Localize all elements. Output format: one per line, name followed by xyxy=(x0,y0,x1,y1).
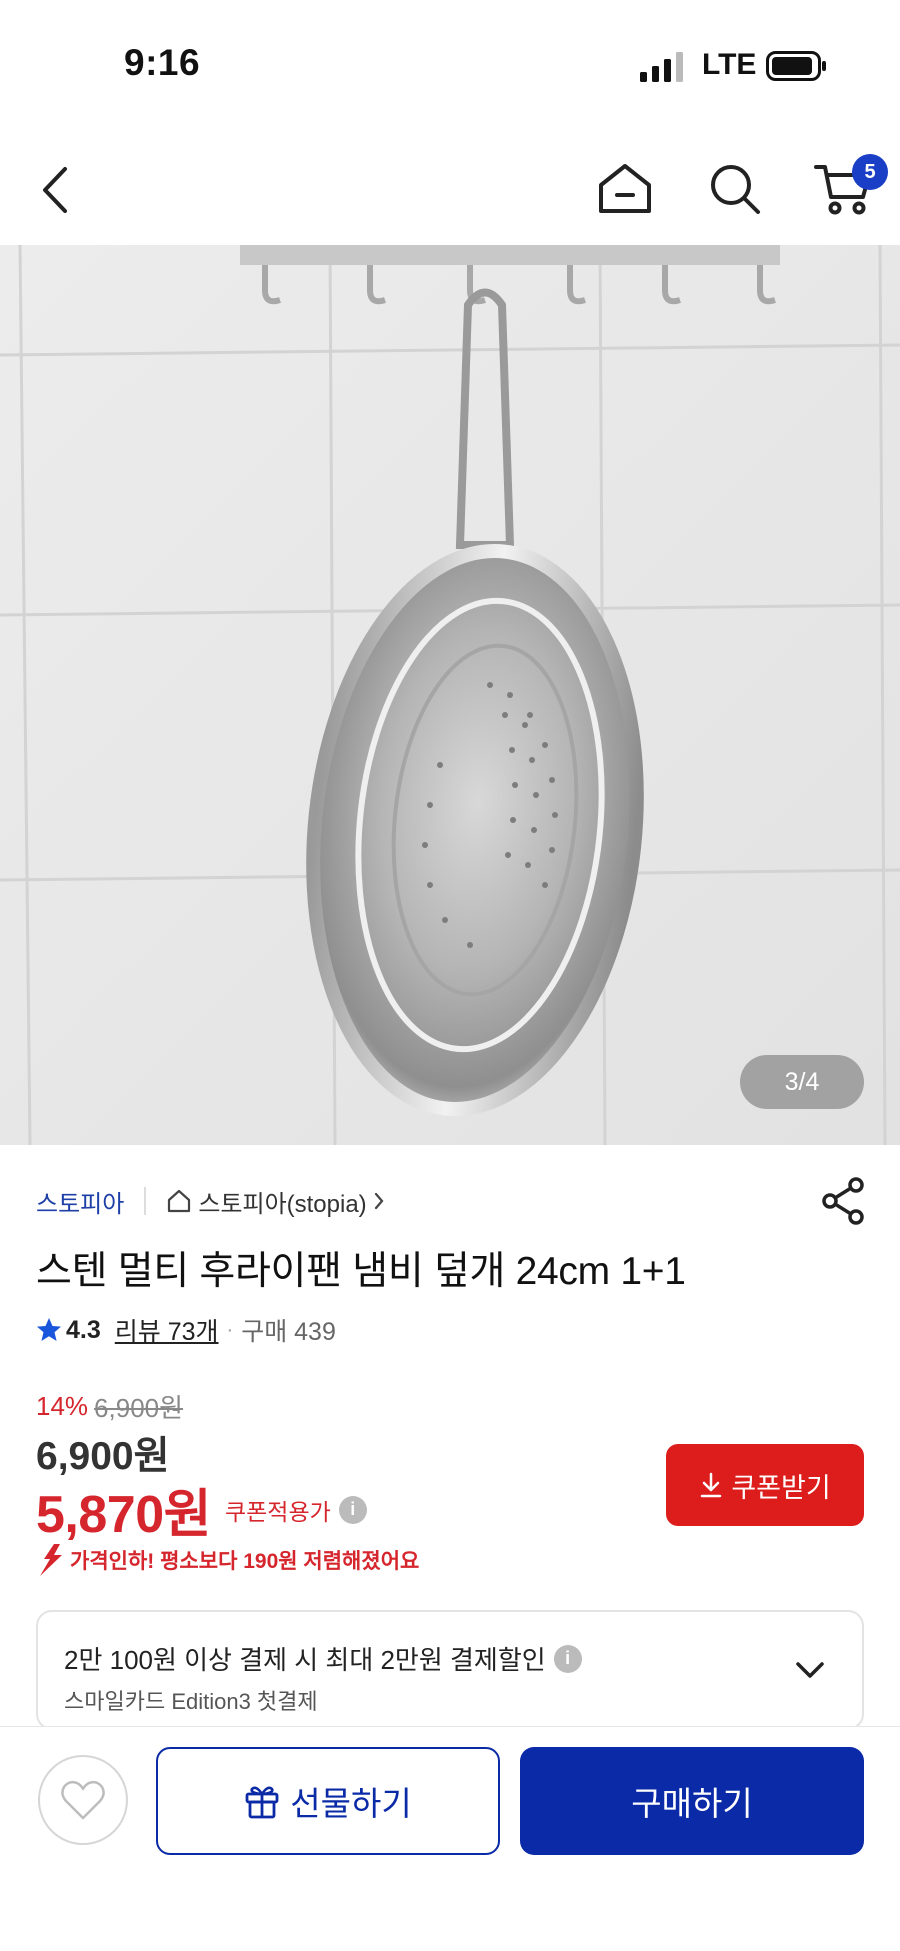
cart-count-badge: 5 xyxy=(852,154,888,190)
gift-icon xyxy=(245,1786,279,1819)
price-down-arrow-icon xyxy=(40,1544,62,1576)
buy-button[interactable]: 구매하기 xyxy=(520,1747,864,1855)
coupon-price-label: 쿠폰적용가 xyxy=(224,1498,331,1525)
chevron-down-icon[interactable] xyxy=(790,1650,830,1690)
search-icon xyxy=(711,165,760,214)
product-title: 스텐 멀티 후라이팬 냄비 덮개 24cm 1+1 xyxy=(36,1250,686,1293)
share-button[interactable] xyxy=(818,1175,870,1227)
coupon-button-label: 쿠폰받기 xyxy=(731,1472,831,1503)
heart-icon xyxy=(61,1780,105,1820)
home-icon xyxy=(599,164,651,213)
home-button[interactable] xyxy=(590,156,660,222)
chevron-right-icon xyxy=(374,1192,384,1210)
gift-button-label: 선물하기 xyxy=(290,1785,412,1822)
promo-title: 2만 100원 이상 결제 시 최대 2만원 결제할인 xyxy=(64,1645,546,1675)
dot-separator: · xyxy=(226,1318,234,1341)
rating-value: 4.3 xyxy=(66,1315,101,1344)
original-price: 6,900원 xyxy=(94,1393,184,1423)
price-drop-text: 가격인하! 평소보다 190원 저렴해졌어요 xyxy=(70,1550,420,1573)
download-icon xyxy=(701,1472,722,1498)
promo-title-row: 2만 100원 이상 결제 시 최대 2만원 결제할인 i xyxy=(64,1640,582,1677)
store-name: 스토피아(stopia) xyxy=(198,1190,367,1218)
buy-button-label: 구매하기 xyxy=(631,1785,753,1822)
purchase-count: 구매 439 xyxy=(241,1318,336,1346)
network-label: LTE xyxy=(702,48,757,81)
promo-subtitle: 스마일카드 Edition3 첫결제 xyxy=(64,1689,318,1714)
share-icon xyxy=(822,1177,864,1225)
coupon-price: 5,870원 xyxy=(36,1486,211,1544)
store-link[interactable]: 스토피아(stopia) xyxy=(166,1184,392,1219)
search-button[interactable] xyxy=(700,156,770,222)
chevron-left-icon xyxy=(43,167,67,213)
info-icon[interactable]: i xyxy=(338,1495,367,1524)
rating-row: 4.3 리뷰 73개 · 구매 439 xyxy=(36,1312,336,1348)
discount-rate: 14% xyxy=(36,1391,89,1421)
top-nav xyxy=(0,130,900,245)
bottom-action-bar: 선물하기 구매하기 xyxy=(0,1726,900,1951)
card-promo[interactable]: 2만 100원 이상 결제 시 최대 2만원 결제할인 i 스마일카드 Edit… xyxy=(36,1610,864,1730)
status-time: 9:16 xyxy=(124,42,201,83)
divider xyxy=(144,1187,147,1215)
coupon-price-row: 5,870원 쿠폰적용가 i xyxy=(36,1472,367,1547)
back-button[interactable] xyxy=(30,160,80,220)
product-image[interactable] xyxy=(0,245,900,1145)
review-link[interactable]: 리뷰 73개 xyxy=(115,1312,219,1348)
coupon-download-button[interactable]: 쿠폰받기 xyxy=(666,1444,864,1526)
status-bar: 9:16 LTE xyxy=(0,0,900,130)
image-counter: 3/4 xyxy=(740,1055,864,1109)
star-icon xyxy=(37,1318,61,1341)
home-icon xyxy=(168,1189,191,1213)
discount-row: 14% 6,900원 xyxy=(36,1388,183,1425)
gift-button[interactable]: 선물하기 xyxy=(156,1747,500,1855)
price-drop-notice: 가격인하! 평소보다 190원 저렴해졌어요 xyxy=(36,1543,419,1577)
product-photo xyxy=(0,245,900,1145)
info-icon[interactable]: i xyxy=(553,1644,582,1673)
brand-row: 스토피아 스토피아(stopia) xyxy=(36,1183,393,1219)
wishlist-button[interactable] xyxy=(38,1755,128,1845)
signal-icon xyxy=(640,52,683,82)
battery-icon xyxy=(766,51,826,81)
brand-link[interactable]: 스토피아 xyxy=(36,1184,124,1219)
